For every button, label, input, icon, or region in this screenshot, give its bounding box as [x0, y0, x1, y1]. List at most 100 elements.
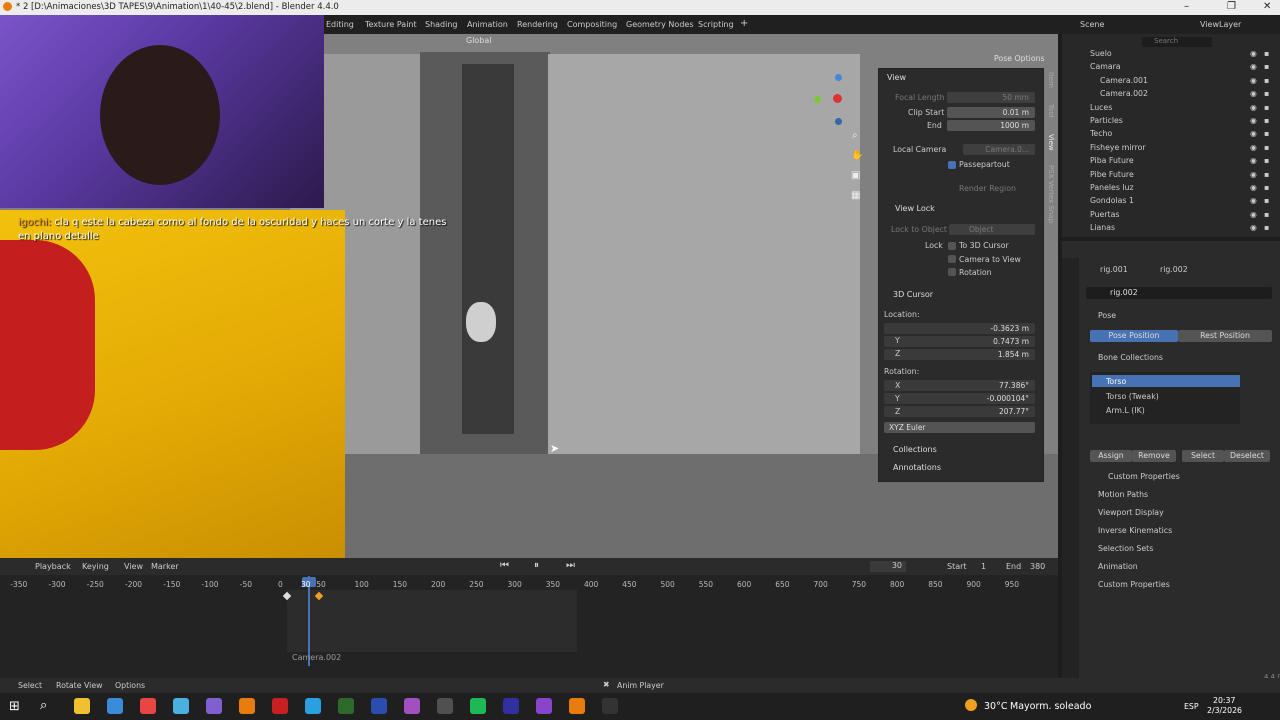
keying-menu[interactable]: Keying: [82, 562, 109, 571]
render-camera-icon[interactable]: ▪: [1264, 210, 1269, 219]
select-button[interactable]: Select: [1182, 450, 1224, 462]
taskbar-app-icon[interactable]: [173, 698, 189, 714]
render-camera-icon[interactable]: ▪: [1264, 116, 1269, 125]
annotations-header[interactable]: Annotations: [893, 463, 941, 472]
inverse-kinematics-section[interactable]: Inverse Kinematics: [1098, 526, 1172, 535]
rot-x-field[interactable]: 77.386°: [884, 380, 1035, 391]
taskbar-app-icon[interactable]: [371, 698, 387, 714]
maximize-icon[interactable]: ❐: [1227, 1, 1236, 12]
3d-cursor-header[interactable]: 3D Cursor: [893, 290, 933, 299]
clip-end-field[interactable]: 1000 m: [947, 120, 1035, 131]
outliner-row[interactable]: Camera.001 ◉ ▪: [1062, 75, 1280, 88]
breadcrumb-rig-002[interactable]: rig.002: [1160, 265, 1188, 274]
orientation-dropdown[interactable]: Global: [466, 36, 492, 45]
rotation-mode-dropdown[interactable]: XYZ Euler: [884, 422, 1035, 433]
render-camera-icon[interactable]: ▪: [1264, 103, 1269, 112]
visibility-eye-icon[interactable]: ◉: [1250, 129, 1257, 138]
outliner-row[interactable]: Particles ◉ ▪: [1062, 115, 1280, 128]
ortho-toggle-icon[interactable]: ▦: [851, 190, 860, 201]
search-icon[interactable]: ⌕: [40, 698, 47, 713]
custom-properties-inner[interactable]: Custom Properties: [1108, 472, 1180, 481]
visibility-eye-icon[interactable]: ◉: [1250, 183, 1257, 192]
outliner-row[interactable]: Camara ◉ ▪: [1062, 61, 1280, 74]
gizmo-z-axis[interactable]: [835, 74, 842, 81]
viewport-display-section[interactable]: Viewport Display: [1098, 508, 1164, 517]
current-frame-field[interactable]: 30: [870, 561, 906, 572]
zoom-icon[interactable]: ⌕: [852, 130, 858, 141]
render-camera-icon[interactable]: ▪: [1264, 62, 1269, 71]
selection-sets-section[interactable]: Selection Sets: [1098, 544, 1153, 553]
jump-start-icon[interactable]: ⏮: [500, 560, 509, 571]
taskbar-app-icon[interactable]: [470, 698, 486, 714]
rot-y-field[interactable]: -0.000104°: [884, 393, 1035, 404]
visibility-eye-icon[interactable]: ◉: [1250, 62, 1257, 71]
render-camera-icon[interactable]: ▪: [1264, 129, 1269, 138]
scene-label[interactable]: Scene: [1080, 20, 1104, 29]
deselect-button[interactable]: Deselect: [1224, 450, 1270, 462]
close-icon[interactable]: ✕: [1263, 1, 1271, 12]
lock-object-field[interactable]: Object: [949, 224, 1035, 235]
outliner-row[interactable]: Pibe Future ◉ ▪: [1062, 169, 1280, 182]
loc-x-field[interactable]: -0.3623 m: [884, 323, 1035, 334]
jump-end-icon[interactable]: ⏭: [566, 560, 575, 571]
tab-shading[interactable]: Shading: [425, 20, 458, 29]
outliner-row[interactable]: Piba Future ◉ ▪: [1062, 155, 1280, 168]
render-camera-icon[interactable]: ▪: [1264, 49, 1269, 58]
tab-scripting[interactable]: Scripting: [698, 20, 734, 29]
rotation-lock-checkbox[interactable]: [948, 268, 956, 276]
taskbar-app-icon[interactable]: [338, 698, 354, 714]
outliner-row[interactable]: Camera.002 ◉ ▪: [1062, 88, 1280, 101]
windows-start-icon[interactable]: ⊞: [9, 699, 20, 714]
bone-collections-header[interactable]: Bone Collections: [1098, 353, 1163, 362]
focal-length-field[interactable]: 50 mm: [947, 92, 1035, 103]
pan-hand-icon[interactable]: ✋: [851, 150, 863, 161]
pause-icon[interactable]: ⏸: [534, 560, 539, 571]
view-section-header[interactable]: View: [887, 73, 906, 82]
camera-marker-label[interactable]: Camera.002: [292, 653, 341, 662]
render-camera-icon[interactable]: ▪: [1264, 156, 1269, 165]
collections-header[interactable]: Collections: [893, 445, 937, 454]
taskbar-app-icon[interactable]: [107, 698, 123, 714]
outliner-row[interactable]: Techo ◉ ▪: [1062, 128, 1280, 141]
outliner-row[interactable]: Suelo ◉ ▪: [1062, 48, 1280, 61]
local-camera-field[interactable]: Camera.0...: [963, 144, 1035, 155]
animation-section[interactable]: Animation: [1098, 562, 1138, 571]
tab-tool[interactable]: Tool: [1046, 104, 1055, 118]
tab-geometry-nodes[interactable]: Geometry Nodes: [626, 20, 693, 29]
pose-section-header[interactable]: Pose: [1098, 311, 1116, 320]
render-camera-icon[interactable]: ▪: [1264, 89, 1269, 98]
tab-psx-vertex-snap[interactable]: PSX Vertex Snap: [1046, 165, 1055, 223]
loc-y-field[interactable]: 0.7473 m: [884, 336, 1035, 347]
taskbar-app-icon[interactable]: [404, 698, 420, 714]
rot-z-field[interactable]: 207.77°: [884, 406, 1035, 417]
visibility-eye-icon[interactable]: ◉: [1250, 143, 1257, 152]
render-camera-icon[interactable]: ▪: [1264, 170, 1269, 179]
visibility-eye-icon[interactable]: ◉: [1250, 210, 1257, 219]
loc-z-field[interactable]: 1.854 m: [884, 349, 1035, 360]
weather-temp[interactable]: 30°C: [984, 701, 1007, 712]
outliner-row[interactable]: Puertas ◉ ▪: [1062, 209, 1280, 222]
render-camera-icon[interactable]: ▪: [1264, 183, 1269, 192]
visibility-eye-icon[interactable]: ◉: [1250, 103, 1257, 112]
language-indicator[interactable]: ESP: [1184, 702, 1199, 711]
taskbar-app-icon[interactable]: [239, 698, 255, 714]
taskbar-app-icon[interactable]: [569, 698, 585, 714]
weather-desc[interactable]: Mayorm. soleado: [1010, 701, 1091, 712]
passepartout-checkbox[interactable]: [948, 161, 956, 169]
taskbar-app-icon[interactable]: [272, 698, 288, 714]
assign-button[interactable]: Assign: [1090, 450, 1132, 462]
taskbar-app-icon[interactable]: [74, 698, 90, 714]
taskbar-app-icon[interactable]: [602, 698, 618, 714]
taskbar-app-icon[interactable]: [305, 698, 321, 714]
visibility-eye-icon[interactable]: ◉: [1250, 223, 1257, 232]
to-3d-cursor-checkbox[interactable]: [948, 242, 956, 250]
visibility-eye-icon[interactable]: ◉: [1250, 170, 1257, 179]
add-workspace-icon[interactable]: +: [740, 18, 748, 29]
bone-collection-arm-l-ik[interactable]: Arm.L (IK): [1106, 406, 1145, 415]
visibility-eye-icon[interactable]: ◉: [1250, 156, 1257, 165]
tab-editing[interactable]: Editing: [326, 20, 354, 29]
render-camera-icon[interactable]: ▪: [1264, 143, 1269, 152]
bone-collection-torso-tweak[interactable]: Torso (Tweak): [1106, 392, 1159, 401]
gizmo-y-axis[interactable]: [814, 96, 821, 103]
tab-texture-paint[interactable]: Texture Paint: [365, 20, 417, 29]
